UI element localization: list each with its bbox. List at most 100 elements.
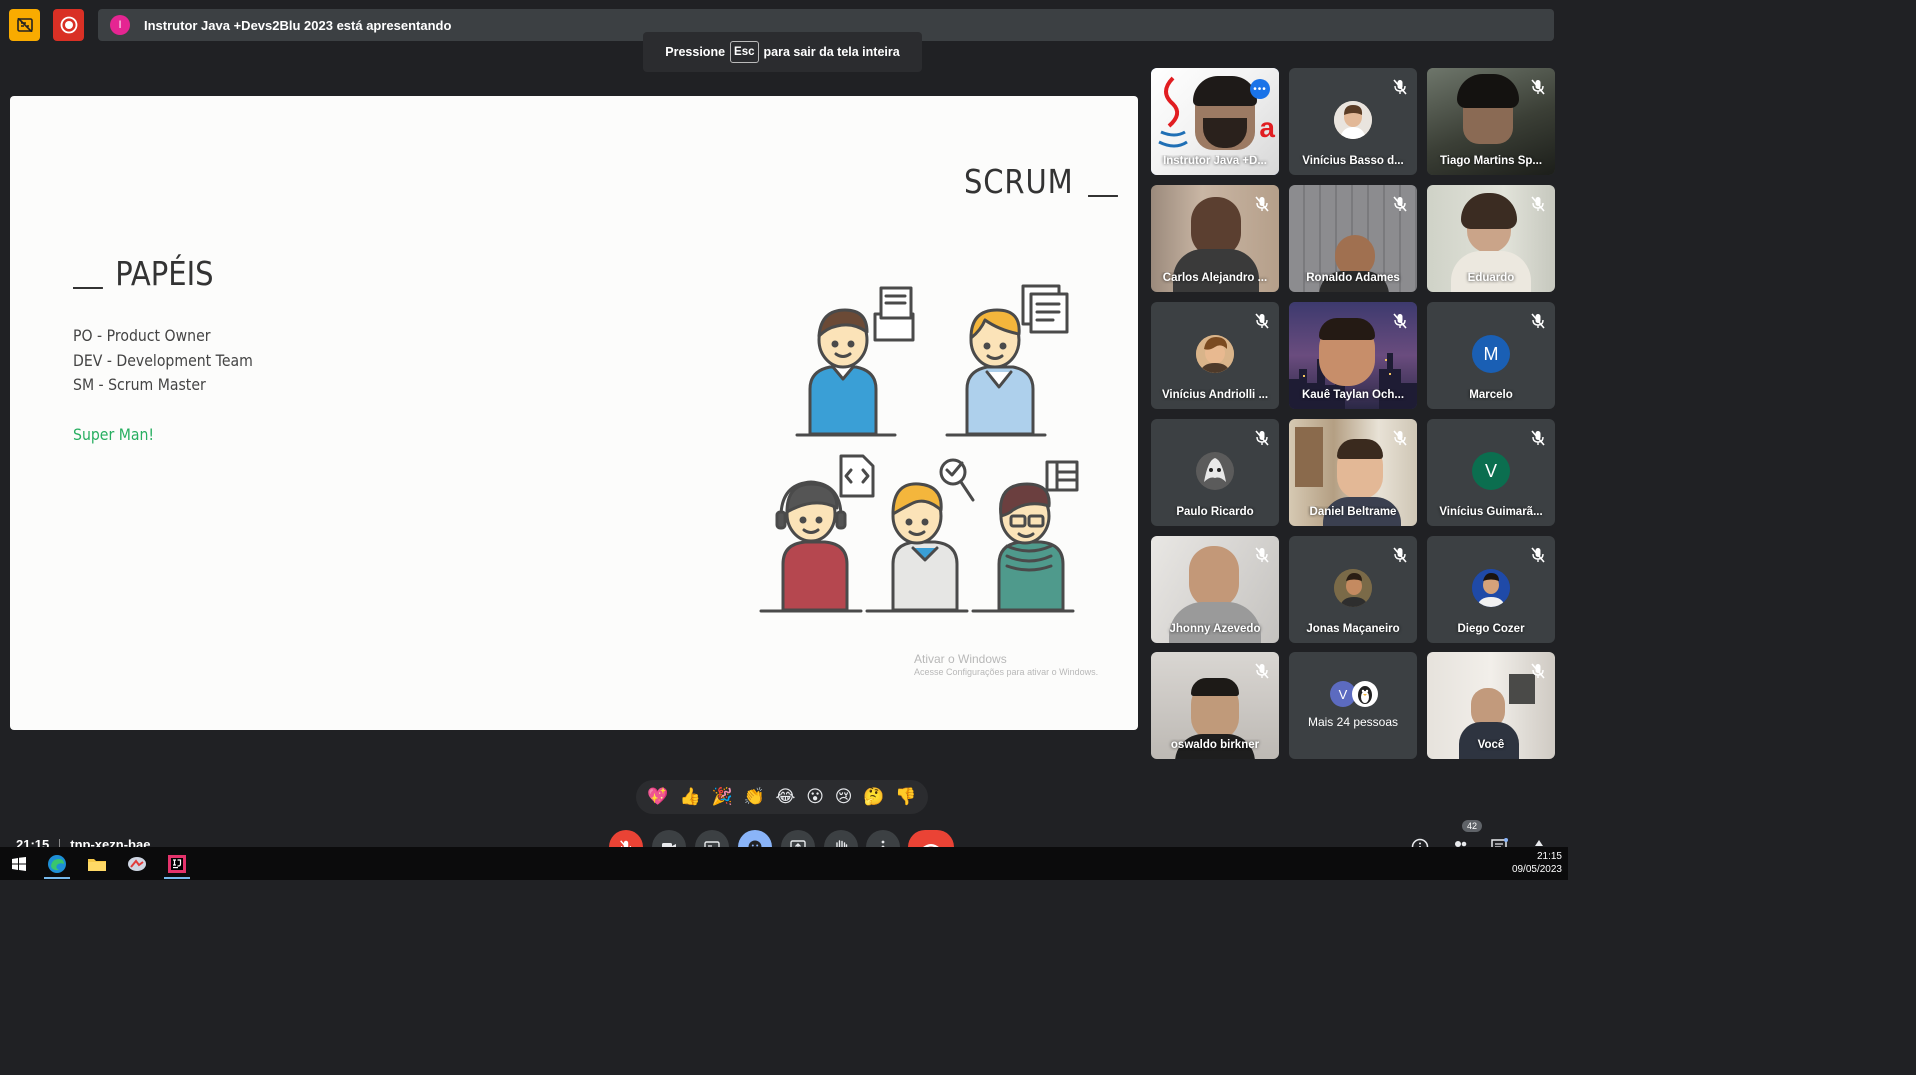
participant-name: Diego Cozer — [1457, 623, 1525, 635]
folder-icon — [88, 858, 106, 871]
more-participants-label: Mais 24 pessoas — [1307, 715, 1399, 729]
heading-dash — [73, 287, 103, 289]
participant-name: Jonas Maçaneiro — [1306, 623, 1400, 635]
clock-time: 21:15 — [1536, 851, 1562, 862]
reaction-thumbs-down[interactable]: 👎 — [895, 787, 916, 807]
participant-tile[interactable]: Jhonny Azevedo — [1151, 536, 1279, 643]
section-heading: PAPÉIS — [73, 254, 214, 293]
taskbar-edge[interactable] — [38, 847, 76, 880]
captions-off-icon[interactable] — [9, 9, 40, 41]
participant-name: Vinícius Andriolli ... — [1161, 389, 1269, 401]
mic-off-icon — [1393, 547, 1407, 563]
hair — [1191, 678, 1239, 696]
watermark-line-2: Acesse Configurações para ativar o Windo… — [914, 667, 1099, 677]
participant-tile[interactable]: Vinícius Andriolli ... — [1151, 302, 1279, 409]
mic-off-icon — [1393, 196, 1407, 212]
participant-tile[interactable]: Diego Cozer — [1427, 536, 1555, 643]
people-count-badge: 42 — [1462, 820, 1483, 832]
watermark-line-1: Ativar o Windows — [914, 652, 1007, 666]
role-item: DEV - Development Team — [73, 350, 253, 370]
participant-tile[interactable]: Jonas Maçaneiro — [1289, 536, 1417, 643]
reactions-bar: 💖 👍 🎉 👏 😂 😮 😢 🤔 👎 — [636, 780, 928, 814]
mic-off-icon — [1531, 79, 1545, 95]
participant-avatar — [1472, 569, 1510, 607]
mic-off-icon — [1393, 430, 1407, 446]
mic-off-icon — [1531, 430, 1545, 446]
record-icon[interactable] — [53, 9, 84, 41]
reaction-surprised[interactable]: 😮 — [806, 787, 824, 807]
reaction-clapping[interactable]: 👏 — [743, 787, 764, 807]
shirt — [1173, 249, 1259, 292]
presented-slide: SCRUM PAPÉIS PO - Product Owner DEV - De… — [10, 96, 1138, 730]
participant-tile[interactable]: Daniel Beltrame — [1289, 419, 1417, 526]
reaction-laughing[interactable]: 😂 — [775, 787, 795, 807]
participant-name: Vinícius Basso d... — [1302, 155, 1404, 167]
participant-name: Paulo Ricardo — [1176, 506, 1254, 518]
mic-off-icon — [1531, 663, 1545, 679]
slide-title: SCRUM — [964, 162, 1118, 201]
participant-avatar: M — [1472, 335, 1510, 373]
taskbar-intellij[interactable] — [158, 847, 196, 880]
participant-tile[interactable]: V Vinícius Guimarã... — [1427, 419, 1555, 526]
participant-tile[interactable]: Paulo Ricardo — [1151, 419, 1279, 526]
java-text-fragment: a — [1259, 112, 1275, 143]
developer-figure-1 — [759, 454, 875, 613]
section-heading-text: PAPÉIS — [115, 254, 214, 293]
scrum-team-illustration — [759, 284, 1079, 613]
app-icon — [128, 856, 146, 871]
participant-tile[interactable]: Carlos Alejandro ... — [1151, 185, 1279, 292]
participant-avatar — [1196, 335, 1234, 373]
participant-tile[interactable]: Kauê Taylan Och... — [1289, 302, 1417, 409]
reaction-thinking[interactable]: 🤔 — [863, 787, 884, 807]
participant-name: Jhonny Azevedo — [1169, 623, 1261, 635]
mic-off-icon — [1255, 430, 1269, 446]
participant-tile-self[interactable]: Você — [1427, 652, 1555, 759]
participant-name: Daniel Beltrame — [1309, 506, 1397, 518]
developer-figure-3 — [971, 460, 1079, 613]
toast-text-before: Pressione — [665, 45, 726, 59]
participant-tile[interactable]: Tiago Martins Sp... — [1427, 68, 1555, 175]
bookshelf — [1295, 427, 1323, 487]
participant-name: Eduardo — [1467, 272, 1515, 284]
mic-off-icon — [1255, 547, 1269, 563]
fullscreen-exit-toast: Pressione Esc para sair da tela inteira — [643, 32, 922, 72]
start-button[interactable] — [0, 847, 38, 880]
participant-avatar — [1196, 452, 1234, 490]
hair — [1193, 76, 1257, 106]
hair — [1457, 74, 1519, 108]
mic-off-icon — [1255, 313, 1269, 329]
person-silhouette — [1189, 546, 1239, 608]
participant-tile[interactable]: Ronaldo Adames — [1289, 185, 1417, 292]
penguin-avatar-icon — [1352, 681, 1378, 707]
intellij-icon — [168, 854, 186, 873]
reaction-party-popper[interactable]: 🎉 — [711, 787, 732, 807]
reaction-thumbs-up[interactable]: 👍 — [679, 787, 700, 807]
reaction-crying[interactable]: 😢 — [835, 787, 853, 807]
mic-off-icon — [1393, 79, 1407, 95]
mic-off-icon — [1393, 313, 1407, 329]
windows-logo-icon — [12, 856, 26, 871]
participant-avatar — [1334, 569, 1372, 607]
more-participants-tile[interactable]: V Mais 24 pessoas — [1289, 652, 1417, 759]
taskbar-app[interactable] — [118, 847, 156, 880]
participant-tile[interactable]: a ••• Instrutor Java +D... — [1151, 68, 1279, 175]
participant-tile[interactable]: oswaldo birkner — [1151, 652, 1279, 759]
mic-off-icon — [1531, 313, 1545, 329]
participant-name: Kauê Taylan Och... — [1301, 389, 1405, 401]
mic-off-icon — [1255, 196, 1269, 212]
hair — [1319, 318, 1375, 340]
taskbar-file-explorer[interactable] — [78, 847, 116, 880]
windows-taskbar: 21:15 09/05/2023 — [0, 847, 1568, 880]
system-clock[interactable]: 21:15 09/05/2023 — [1512, 850, 1562, 876]
participant-tile[interactable]: M Marcelo — [1427, 302, 1555, 409]
participant-name: oswaldo birkner — [1170, 739, 1260, 751]
more-options-icon[interactable]: ••• — [1250, 79, 1270, 99]
participant-avatar — [1334, 101, 1372, 139]
participant-tile[interactable]: Vinícius Basso d... — [1289, 68, 1417, 175]
scrum-master-figure — [945, 284, 1069, 437]
roles-list: PO - Product Owner DEV - Development Tea… — [73, 326, 253, 400]
reaction-sparkling-heart[interactable]: 💖 — [647, 787, 668, 807]
presenting-text: Instrutor Java +Devs2Blu 2023 está apres… — [144, 17, 452, 33]
participant-tile[interactable]: Eduardo — [1427, 185, 1555, 292]
mic-off-icon — [1531, 196, 1545, 212]
